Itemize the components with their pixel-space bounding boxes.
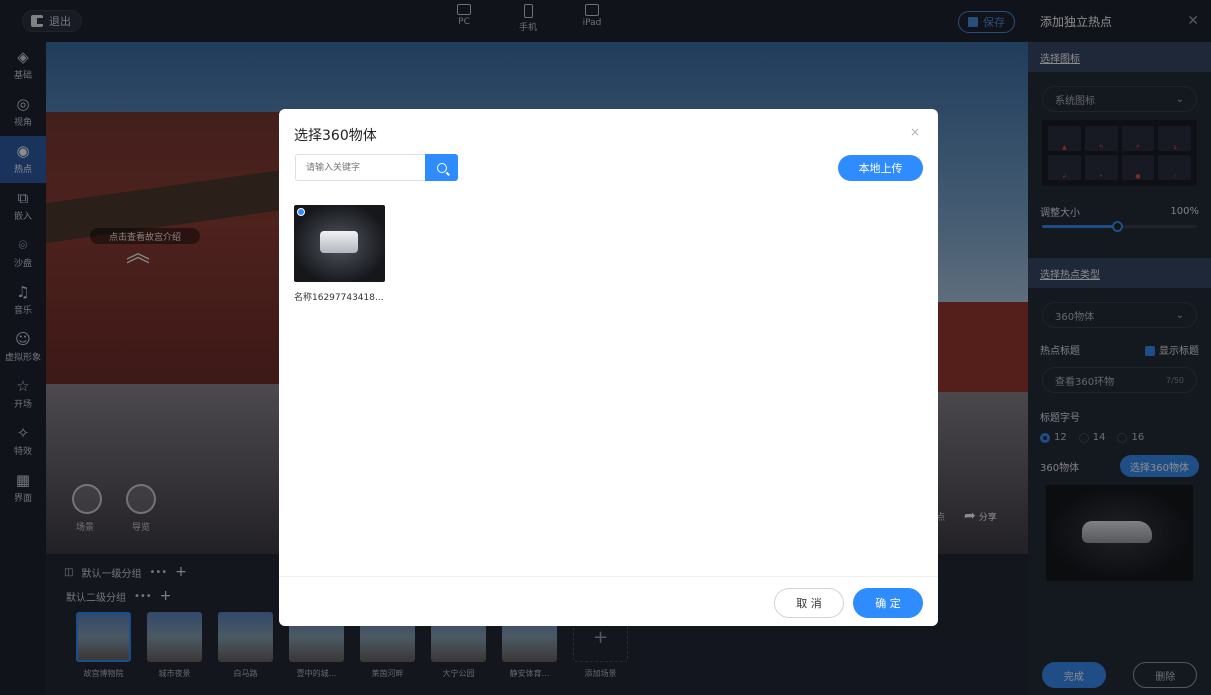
search-box [295,154,458,181]
dialog-footer: 取 消 确 定 [279,576,938,626]
close-icon[interactable]: × [910,125,920,139]
object-thumbnail [294,205,385,282]
search-button[interactable] [425,154,458,181]
search-icon [436,162,447,173]
bus-model-image [320,231,358,253]
confirm-button[interactable]: 确 定 [853,588,923,618]
dialog-title: 选择360物体 [294,128,377,144]
cancel-button[interactable]: 取 消 [774,588,844,618]
search-input[interactable] [295,154,425,181]
object-name: 名称16297743418... [294,293,384,303]
local-upload-button[interactable]: 本地上传 [838,155,923,181]
object-card[interactable]: 名称16297743418... [294,205,385,303]
selected-icon [297,208,305,216]
select-object-dialog: 选择360物体 × 本地上传 名称16297743418... 取 消 确 定 [279,109,938,626]
